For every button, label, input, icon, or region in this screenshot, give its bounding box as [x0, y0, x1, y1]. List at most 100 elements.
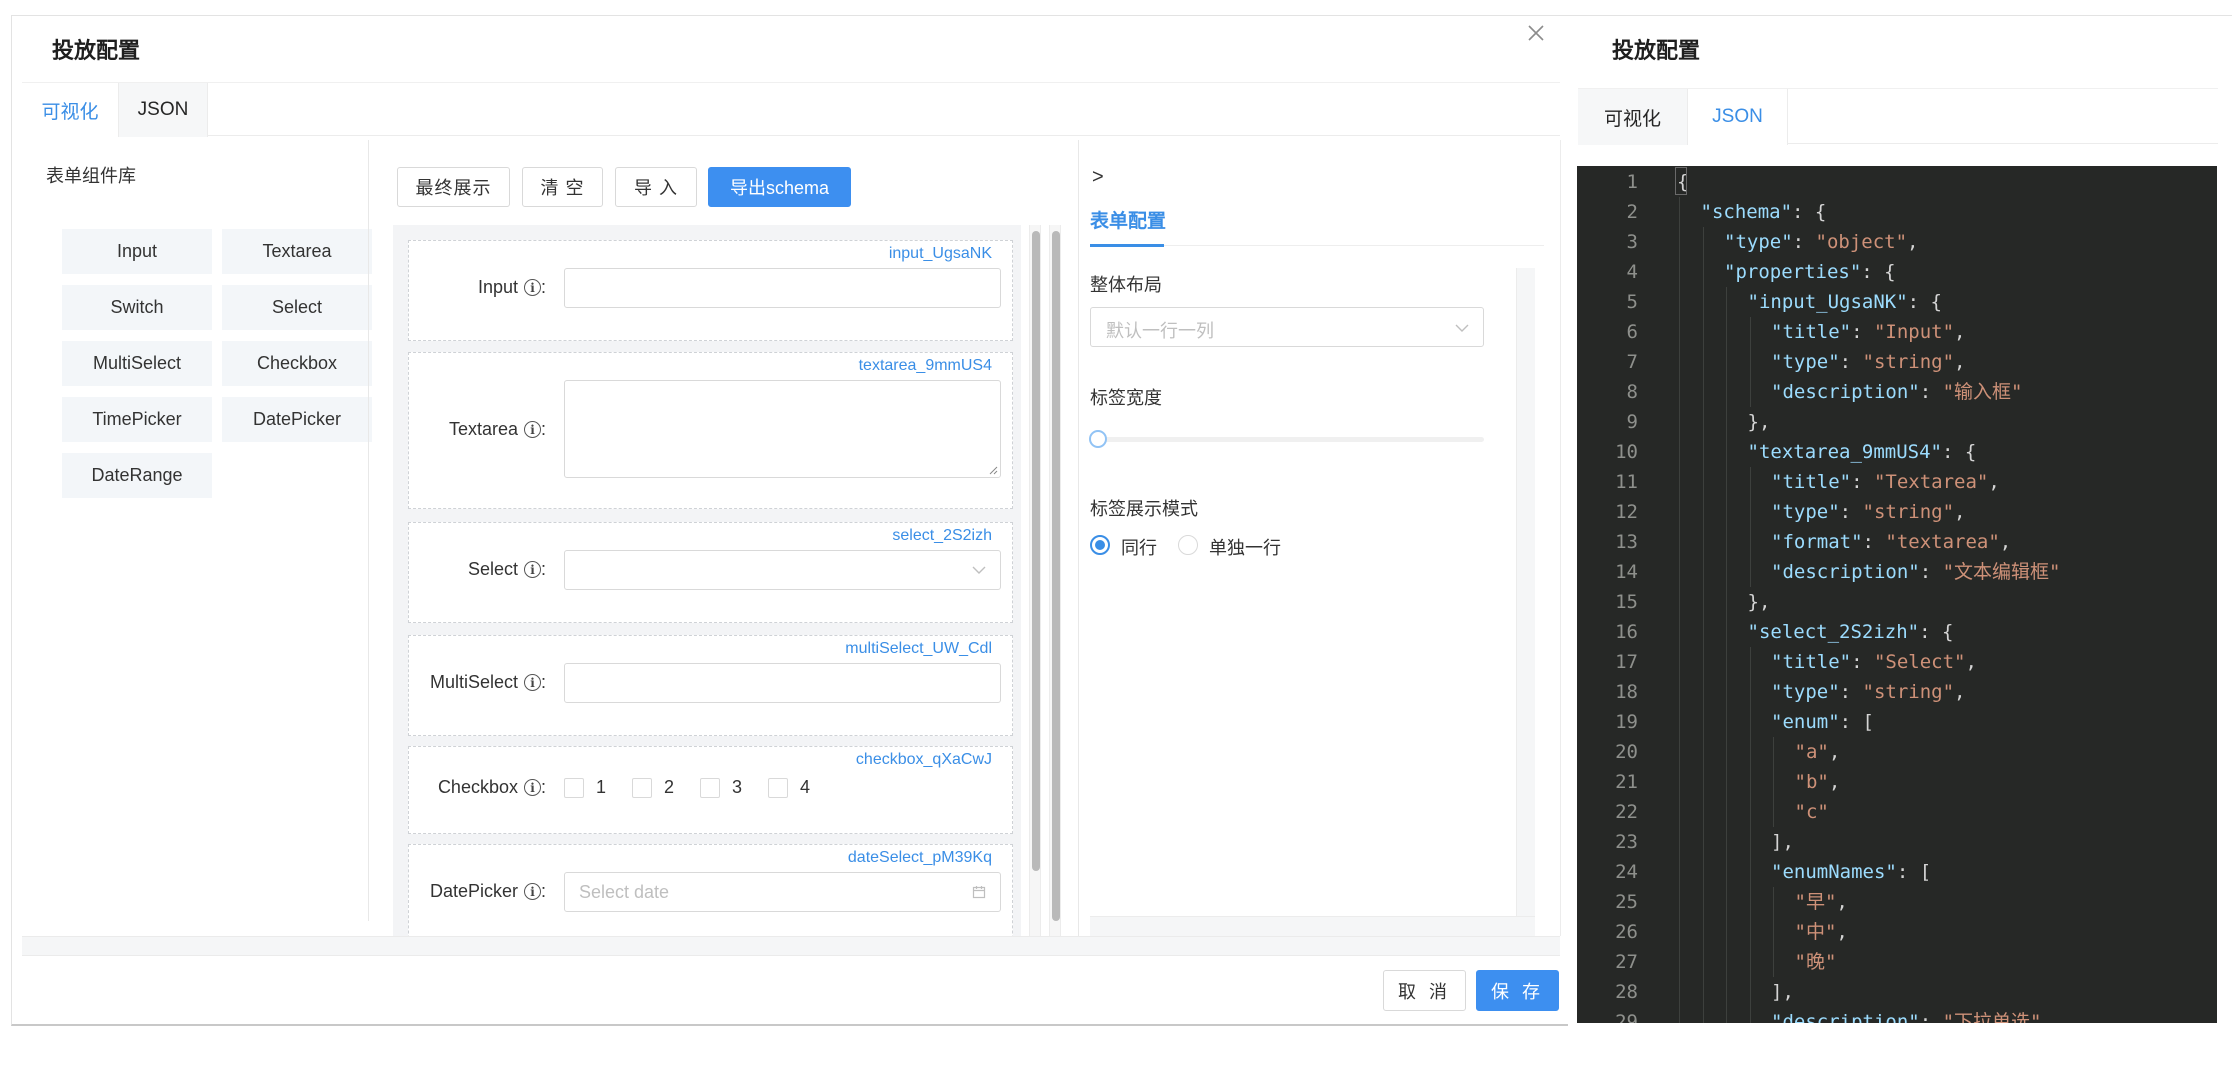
line-number: 28	[1615, 981, 1638, 1003]
indent-guide	[1679, 1007, 1680, 1023]
library-item-multiselect[interactable]: MultiSelect	[62, 341, 212, 386]
label-width-label: 标签宽度	[1090, 388, 1162, 408]
field-label-text: Textarea	[448, 419, 518, 439]
layout-placeholder: 默认一行一列	[1106, 321, 1214, 341]
json-code-editor[interactable]: 1{2 "schema": {3 "type": "object", 4 "proper…	[1577, 166, 2217, 1023]
line-number: 14	[1615, 561, 1638, 583]
indent-guide	[1773, 947, 1774, 977]
field-card-input[interactable]: input_UgsaNK Input i:	[408, 240, 1013, 341]
date-picker-field[interactable]: Select date	[564, 872, 1001, 912]
indent-guide	[1702, 527, 1704, 557]
checkbox-3[interactable]	[700, 777, 721, 798]
code-text: "enum": [	[1771, 707, 1874, 737]
indent-guide	[1726, 917, 1727, 947]
tab-json[interactable]: JSON	[1688, 89, 1788, 145]
field-card-datepicker[interactable]: dateSelect_pM39Kq DatePicker i: Select d…	[408, 844, 1013, 936]
select-field[interactable]	[564, 550, 1001, 590]
cancel-button[interactable]: 取 消	[1383, 970, 1466, 1011]
json-string: "Input"	[1873, 321, 1955, 343]
code-line: 28],	[1577, 977, 2217, 1007]
json-punctuation: :	[1862, 531, 1886, 553]
clear-button[interactable]: 清 空	[522, 167, 603, 207]
resize-handle-icon[interactable]	[988, 465, 998, 475]
indent-guide	[1726, 437, 1727, 467]
field-label-text: Select	[467, 559, 518, 579]
json-punctuation: },	[1747, 591, 1771, 613]
checkbox-4[interactable]	[768, 777, 789, 798]
close-button[interactable]	[1522, 18, 1550, 48]
import-button[interactable]: 导 入	[615, 167, 697, 207]
tab-active-indicator	[1090, 244, 1164, 247]
indent-guide	[1749, 1007, 1751, 1023]
field-card-textarea[interactable]: textarea_9mmUS4 Textarea i:	[408, 352, 1013, 509]
tab-json[interactable]: JSON	[118, 83, 208, 137]
tab-visual[interactable]: 可视化	[22, 83, 118, 137]
indent-guide	[1726, 707, 1727, 737]
layout-label: 整体布局	[1090, 275, 1162, 295]
field-card-checkbox[interactable]: checkbox_qXaCwJ Checkbox i: 1 2 3 4	[408, 746, 1013, 834]
json-punctuation: :	[1839, 501, 1863, 523]
json-key: "description"	[1771, 381, 1920, 403]
indent-guide	[1702, 587, 1704, 617]
radio-separate-line[interactable]	[1178, 535, 1198, 555]
code-text: "type": "string",	[1771, 347, 1966, 377]
config-scrollbar[interactable]	[1516, 268, 1535, 916]
canvas-scrollbar[interactable]	[1029, 225, 1041, 936]
input-field[interactable]	[564, 268, 1001, 308]
indent-guide	[1702, 617, 1704, 647]
scrollbar-thumb[interactable]	[1052, 231, 1060, 921]
library-item-daterange[interactable]: DateRange	[62, 453, 212, 498]
indent-guide	[1702, 227, 1704, 257]
field-card-multiselect[interactable]: multiSelect_UW_Cdl MultiSelect i:	[408, 635, 1013, 736]
code-text: ],	[1771, 827, 1794, 857]
multiselect-field[interactable]	[564, 663, 1001, 703]
calendar-icon	[972, 886, 986, 899]
preview-button[interactable]: 最终展示	[397, 167, 510, 207]
indent-guide	[1679, 527, 1680, 557]
radio-inline[interactable]	[1090, 535, 1110, 555]
code-line: 23],	[1577, 827, 2217, 857]
line-number: 16	[1615, 621, 1638, 643]
panel-scrollbar[interactable]	[1049, 225, 1061, 936]
library-item-datepicker[interactable]: DatePicker	[222, 397, 372, 442]
json-punctuation: ,	[1988, 471, 2000, 493]
layout-select[interactable]: 默认一行一列	[1090, 307, 1484, 347]
code-text: "enumNames": [	[1771, 857, 1931, 887]
indent-guide	[1679, 287, 1680, 317]
field-card-select[interactable]: select_2S2izh Select i:	[408, 522, 1013, 623]
code-text: },	[1748, 407, 1771, 437]
indent-guide	[1702, 707, 1704, 737]
library-item-checkbox[interactable]: Checkbox	[222, 341, 372, 386]
code-line: 13 "format": "textarea",	[1577, 527, 2217, 557]
label-width-slider[interactable]	[1098, 437, 1484, 442]
tab-visual[interactable]: 可视化	[1578, 89, 1688, 145]
library-item-select[interactable]: Select	[222, 285, 372, 330]
checkbox-2[interactable]	[632, 777, 653, 798]
code-line: 5 "input_UgsaNK": {	[1577, 287, 2217, 317]
library-item-switch[interactable]: Switch	[62, 285, 212, 330]
collapse-toggle[interactable]: >	[1092, 166, 1104, 189]
indent-guide	[1702, 1007, 1704, 1023]
checkbox-1[interactable]	[564, 777, 584, 798]
library-item-timepicker[interactable]: TimePicker	[62, 397, 212, 442]
scrollbar-thumb[interactable]	[1032, 231, 1040, 871]
code-line: 9},	[1577, 407, 2217, 437]
json-string: "早"	[1794, 891, 1837, 913]
code-line: 14 "description": "文本编辑框"	[1577, 557, 2217, 587]
export-schema-button[interactable]: 导出schema	[708, 167, 851, 207]
json-punctuation: :	[1839, 351, 1863, 373]
json-punctuation: ],	[1771, 831, 1794, 853]
indent-guide	[1679, 557, 1680, 587]
save-button[interactable]: 保 存	[1476, 970, 1559, 1011]
library-item-input[interactable]: Input	[62, 229, 212, 274]
slider-handle[interactable]	[1089, 430, 1107, 448]
indent-guide	[1749, 707, 1751, 737]
textarea-field[interactable]	[564, 380, 1001, 478]
code-line: 7 "type": "string",	[1577, 347, 2217, 377]
indent-guide	[1749, 887, 1751, 917]
json-string: "Textarea"	[1873, 471, 1989, 493]
field-label: DatePicker i:	[429, 881, 546, 901]
line-number: 7	[1626, 351, 1638, 373]
tab-form-config[interactable]: 表单配置	[1090, 206, 1166, 233]
library-item-textarea[interactable]: Textarea	[222, 229, 372, 274]
